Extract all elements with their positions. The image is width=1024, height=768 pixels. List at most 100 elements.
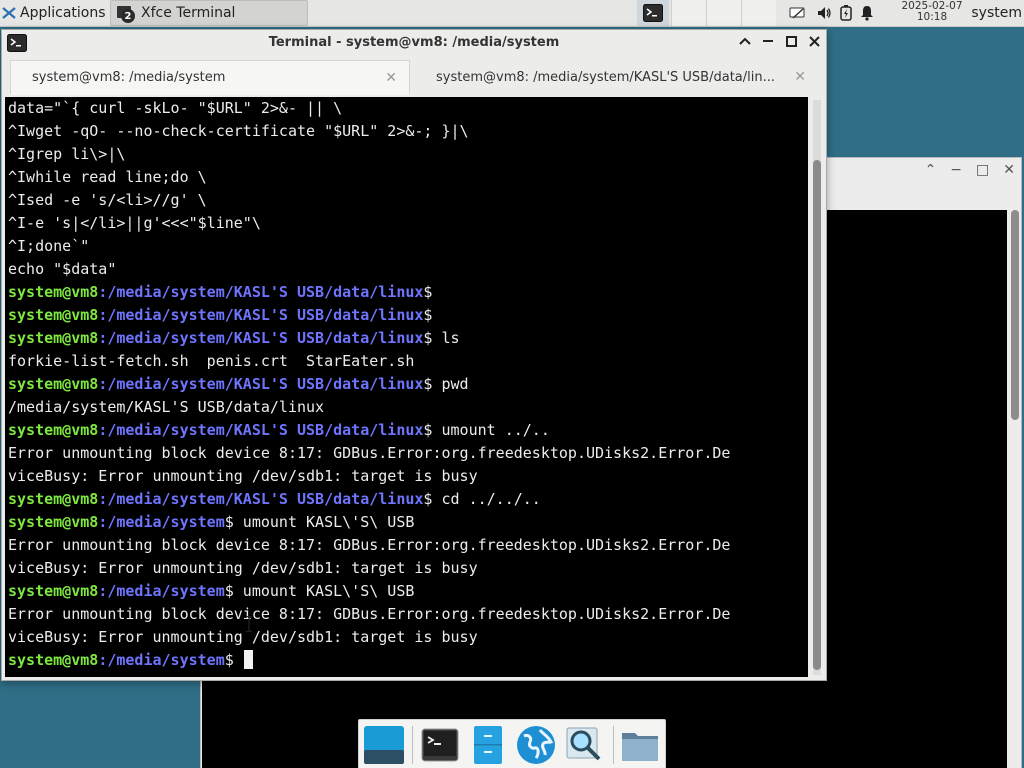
terminal-lines: data="`{ curl -skLo- "$URL" 2>&- || \ ^Iw… xyxy=(8,97,730,672)
tab-label: system@vm8: /media/system/KASL'S USB/dat… xyxy=(436,69,775,85)
prompt-path: :/media/system/KASL'S USB/data/linux xyxy=(98,490,424,508)
prompt-path: :/media/system/KASL'S USB/data/linux xyxy=(98,421,424,439)
prompt-path: :/media/system/KASL'S USB/data/linux xyxy=(98,306,424,324)
mouse-text-cursor-icon xyxy=(246,616,252,632)
shade-icon[interactable]: − xyxy=(950,162,962,178)
task-count-badge: 2 xyxy=(121,9,135,23)
prompt-path: :/media/system xyxy=(98,513,225,531)
search-icon xyxy=(566,727,601,761)
clock-time: 10:18 xyxy=(916,11,948,23)
terminal-icon xyxy=(421,728,459,762)
prompt-user: system@vm8 xyxy=(8,421,99,439)
applications-label: Applications xyxy=(20,5,106,21)
desktop-icon xyxy=(364,726,404,764)
shade-button[interactable] xyxy=(762,34,774,48)
close-icon xyxy=(808,35,820,47)
dock-file-cabinet[interactable] xyxy=(466,723,510,767)
top-panel: Applications 2 Xfce Terminal 2025-02-07 … xyxy=(0,0,1024,27)
terminal-prompt-line: system@vm8:/media/system/KASL'S USB/data… xyxy=(8,281,730,304)
terminal-window[interactable]: Terminal - system@vm8: /media/system sys… xyxy=(1,29,827,681)
terminal-output-line: ^I-e 's|</li>||g'<<<"$line"\ xyxy=(8,214,261,232)
prompt-user: system@vm8 xyxy=(8,375,99,393)
tab-media-system[interactable]: system@vm8: /media/system ✕ xyxy=(10,60,410,95)
prompt-path: :/media/system xyxy=(98,651,225,669)
workspace-1[interactable] xyxy=(671,0,706,26)
network-icon[interactable] xyxy=(788,5,808,21)
tab-label: system@vm8: /media/system xyxy=(32,70,226,85)
terminal-output-line: forkie-list-fetch.sh penis.crt StarEater… xyxy=(8,352,415,370)
scrollbar-thumb[interactable] xyxy=(813,160,821,670)
terminal-output-line: ^Iwget -qO- --no-check-certificate "$URL… xyxy=(8,122,469,140)
minimize-icon[interactable]: ⌃ xyxy=(925,162,937,178)
dock-show-desktop[interactable] xyxy=(362,723,406,767)
workspace-3[interactable] xyxy=(741,0,776,26)
workspace-2[interactable] xyxy=(706,0,741,26)
maximize-icon[interactable]: □ xyxy=(976,162,989,178)
clock[interactable]: 2025-02-07 10:18 xyxy=(896,1,968,23)
maximize-icon xyxy=(785,35,797,47)
background-window-controls: ⌃ − □ ✕ xyxy=(925,162,1015,178)
terminal-prompt-line: system@vm8:/media/system$ umount KASL\'S… xyxy=(8,511,730,534)
terminal-output-line: Error unmounting block device 8:17: GDBu… xyxy=(8,444,731,462)
folder-icon xyxy=(622,733,658,761)
terminal-output-line: /media/system/KASL'S USB/data/linux xyxy=(8,398,325,416)
terminal-prompt-line: system@vm8:/media/system/KASL'S USB/data… xyxy=(8,488,730,511)
prompt-command: $ pwd xyxy=(423,375,469,393)
minimize-button[interactable] xyxy=(739,34,751,48)
prompt-path: :/media/system xyxy=(98,582,225,600)
prompt-user: system@vm8 xyxy=(8,329,99,347)
prompt-user: system@vm8 xyxy=(8,306,99,324)
terminal-prompt-line: system@vm8:/media/system$ umount KASL\'S… xyxy=(8,580,730,603)
terminal-output-line: viceBusy: Error unmounting /dev/sdb1: ta… xyxy=(8,628,478,646)
text-cursor xyxy=(243,650,253,669)
tab-close-icon[interactable]: ✕ xyxy=(794,69,806,85)
terminal-output-line: Error unmounting block device 8:17: GDBu… xyxy=(8,536,731,554)
terminal-prompt-line: system@vm8:/media/system/KASL'S USB/data… xyxy=(8,373,730,396)
prompt-command: $ ls xyxy=(423,329,460,347)
terminal-prompt-line: system@vm8:/media/system/KASL'S USB/data… xyxy=(8,304,730,327)
terminal-output-line: echo "$data" xyxy=(8,260,117,278)
terminal-prompt-line: system@vm8:/media/system/KASL'S USB/data… xyxy=(8,327,730,350)
window-titlebar[interactable]: Terminal - system@vm8: /media/system xyxy=(2,30,826,57)
prompt-command: $ umount ../.. xyxy=(423,421,550,439)
prompt-path: :/media/system/KASL'S USB/data/linux xyxy=(98,283,424,301)
terminal-prompt-line: system@vm8:/media/system/KASL'S USB/data… xyxy=(8,419,730,442)
dock xyxy=(358,719,666,768)
dock-web-browser[interactable] xyxy=(514,723,558,767)
close-button[interactable] xyxy=(808,34,820,48)
dock-app-finder[interactable] xyxy=(562,723,606,767)
terminal-prompt-line: system@vm8:/media/system$ xyxy=(8,649,730,672)
chevron-up-icon xyxy=(739,37,751,45)
prompt-path: :/media/system/KASL'S USB/data/linux xyxy=(98,375,424,393)
prompt-user: system@vm8 xyxy=(8,513,99,531)
close-icon[interactable]: ✕ xyxy=(1003,162,1015,178)
terminal-output-line: ^Igrep li\>|\ xyxy=(8,145,126,163)
tab-kasl-usb-linux[interactable]: system@vm8: /media/system/KASL'S USB/dat… xyxy=(414,60,818,94)
terminal-output-line: ^Iwhile read line;do \ xyxy=(8,168,207,186)
window-controls xyxy=(739,34,820,48)
prompt-command: $ umount KASL\'S\ USB xyxy=(224,513,415,531)
prompt-command: $ cd ../../.. xyxy=(423,490,541,508)
battery-icon[interactable] xyxy=(840,5,852,21)
applications-menu[interactable]: Applications xyxy=(2,0,106,26)
taskbar-button-label: Xfce Terminal xyxy=(141,5,236,21)
volume-icon[interactable] xyxy=(816,5,832,21)
dock-file-manager[interactable] xyxy=(618,723,662,767)
dock-terminal[interactable] xyxy=(418,723,462,767)
tab-close-icon[interactable]: ✕ xyxy=(385,70,397,86)
notification-bell-icon[interactable] xyxy=(860,5,874,21)
prompt-path: :/media/system/KASL'S USB/data/linux xyxy=(98,329,424,347)
prompt-command: $ umount KASL\'S\ USB xyxy=(224,582,415,600)
file-cabinet-icon xyxy=(474,726,502,764)
terminal-output-line: ^Ised -e 's/<li>//g' \ xyxy=(8,191,207,209)
panel-terminal-launcher[interactable] xyxy=(637,0,669,26)
terminal-group-icon: 2 xyxy=(117,5,135,23)
maximize-button[interactable] xyxy=(785,34,797,48)
background-scrollbar[interactable] xyxy=(1011,210,1019,420)
prompt-user: system@vm8 xyxy=(8,283,99,301)
user-menu[interactable]: system xyxy=(971,0,1022,26)
prompt-user: system@vm8 xyxy=(8,651,99,669)
taskbar-button-terminal[interactable]: 2 Xfce Terminal xyxy=(110,0,308,26)
terminal-output[interactable]: data="`{ curl -skLo- "$URL" 2>&- || \ ^Iw… xyxy=(5,97,808,677)
web-browser-icon xyxy=(517,726,555,764)
